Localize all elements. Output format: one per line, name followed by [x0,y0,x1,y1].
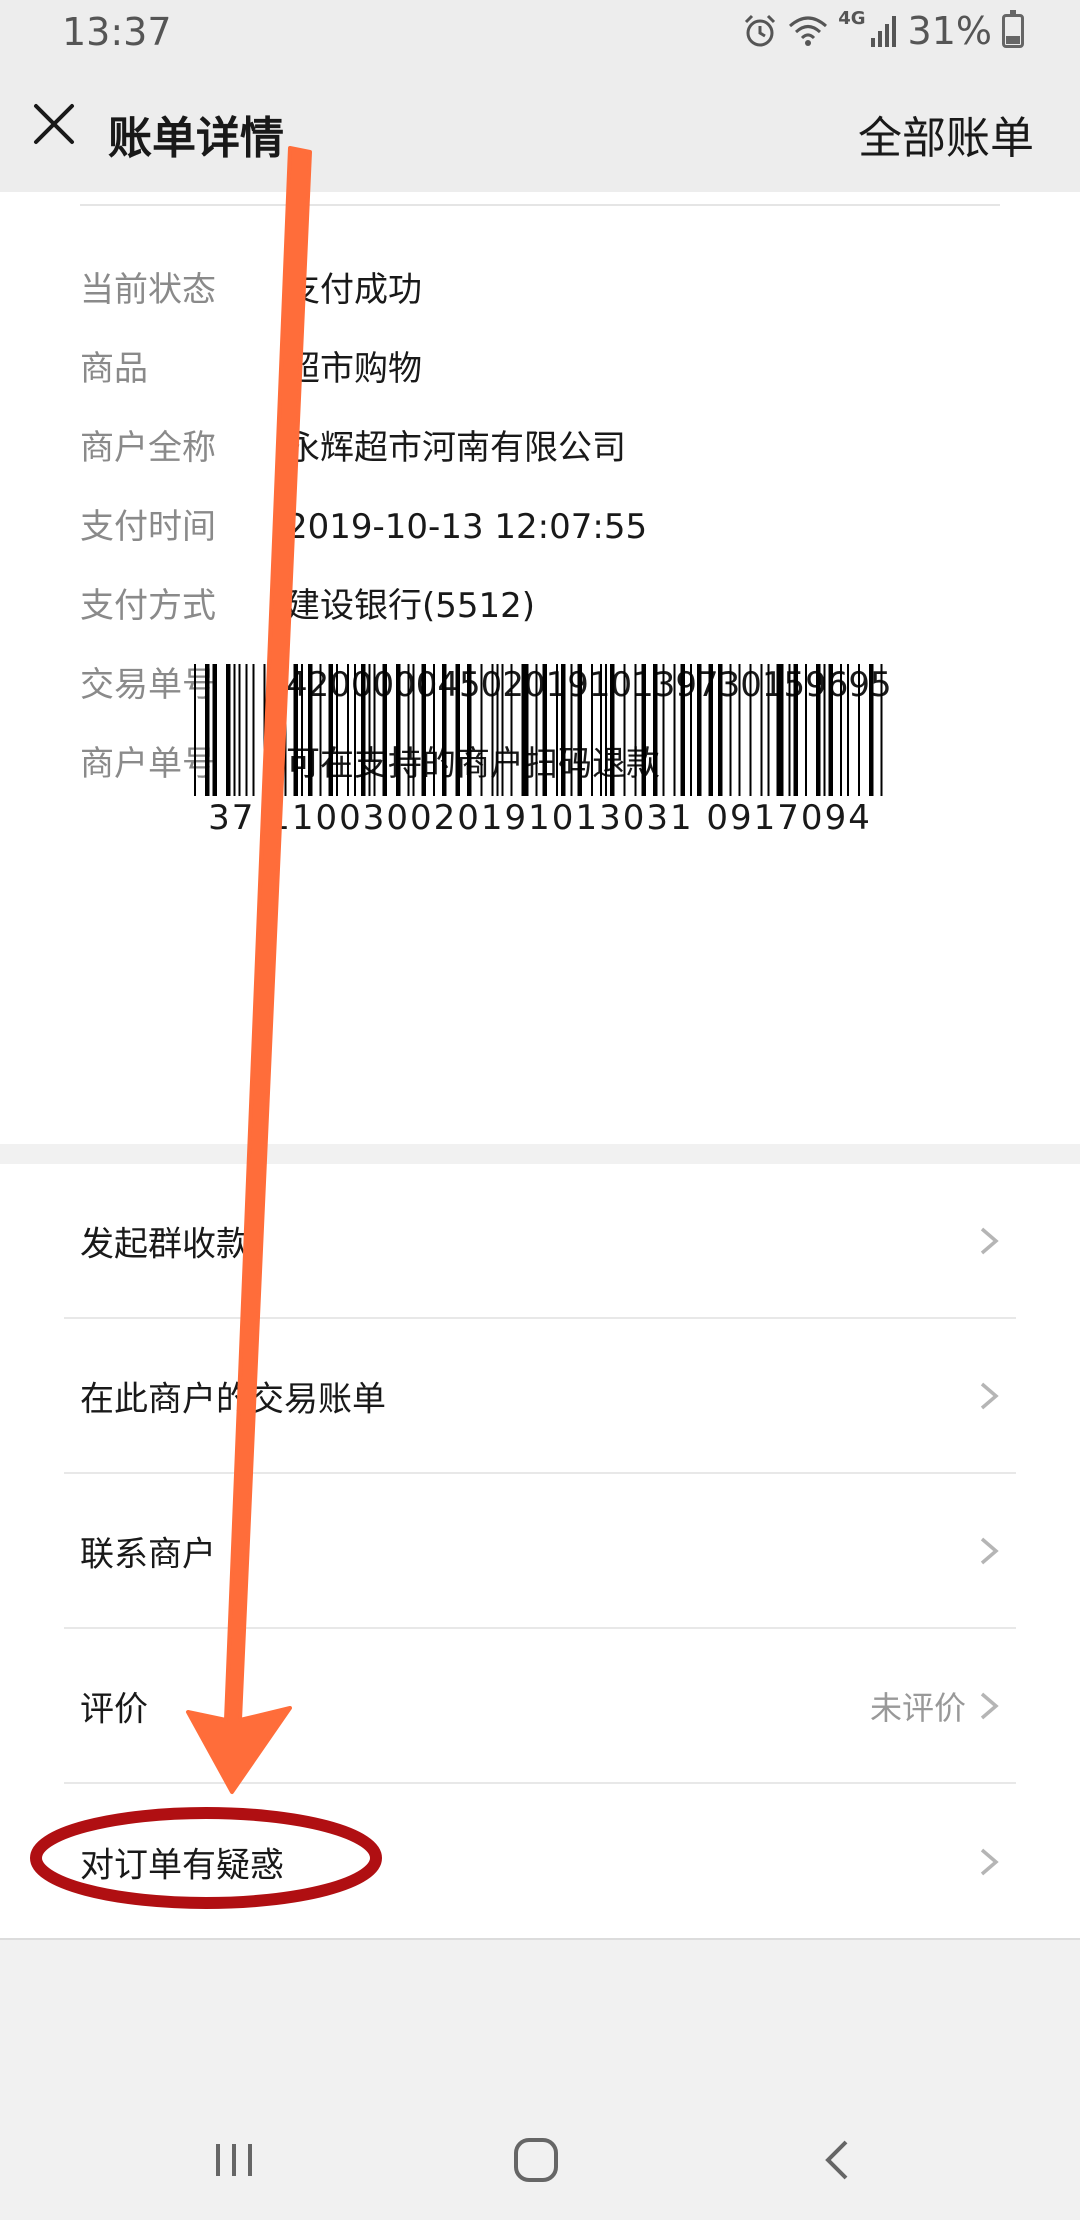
divider [80,204,1000,206]
rating-status: 未评价 [869,1688,966,1727]
detail-row-product: 商品 超市购物 [80,339,1020,399]
detail-label: 支付时间 [80,507,216,547]
menu-item-label: 评价 [80,1689,148,1729]
chevron-right-icon [980,1227,999,1254]
barcode-number: 37 110030020191013031 0917094 [208,798,872,838]
alarm-icon [745,14,776,47]
system-nav-bar [0,2100,1080,2220]
battery-percent: 31% [907,9,992,53]
battery-icon [1002,10,1024,48]
detail-value: 2019-10-13 12:07:55 [286,507,648,547]
chevron-right-icon [980,1537,999,1564]
barcode [194,664,883,796]
menu-item-label: 在此商户的交易账单 [80,1379,386,1419]
detail-label: 当前状态 [80,270,216,310]
menu-item-contact-merchant[interactable]: 联系商户 [64,1474,1016,1629]
wifi-icon [789,16,828,46]
recent-apps-icon[interactable] [204,2130,264,2190]
detail-row-merchant: 商户全称 永辉超市河南有限公司 [80,418,1020,478]
detail-value: 支付成功 [286,270,422,310]
detail-label: 商户全称 [80,428,216,468]
close-icon[interactable] [24,94,84,154]
detail-value: 超市购物 [286,349,422,389]
detail-value: 建设银行(5512) [286,586,536,626]
chevron-right-icon [980,1382,999,1409]
network-type: 4G [838,8,866,29]
menu-item-merchant-bills[interactable]: 在此商户的交易账单 [64,1319,1016,1474]
detail-label: 支付方式 [80,586,216,626]
all-bills-link[interactable]: 全部账单 [858,102,1034,166]
actions-menu: 发起群收款 在此商户的交易账单 联系商户 评价 未评价 对订单有疑惑 [0,1164,1080,1938]
status-bar: 13:37 4G 31% [0,0,1080,66]
detail-row-method: 支付方式 建设银行(5512) [80,576,1020,636]
divider [0,1938,1080,1940]
status-time: 13:37 [62,10,172,54]
menu-item-group-collect[interactable]: 发起群收款 [64,1164,1016,1319]
menu-item-rating[interactable]: 评价 未评价 [64,1629,1016,1784]
home-icon[interactable] [506,2130,566,2190]
nav-bar: 账单详情 全部账单 [0,66,1080,192]
chevron-right-icon [980,1692,999,1719]
menu-item-label: 联系商户 [80,1534,216,1574]
signal-icon [870,16,896,47]
page-title: 账单详情 [108,113,284,164]
menu-item-label: 发起群收款 [80,1224,250,1264]
back-icon[interactable] [808,2130,868,2190]
detail-value: 永辉超市河南有限公司 [286,428,626,468]
menu-item-order-question[interactable]: 对订单有疑惑 [64,1784,1016,1939]
menu-item-label: 对订单有疑惑 [80,1845,284,1885]
status-icons: 4G 31% [742,8,1024,54]
detail-row-status: 当前状态 支付成功 [80,260,1020,320]
chevron-right-icon [980,1848,999,1875]
detail-label: 商品 [80,349,148,389]
detail-row-time: 支付时间 2019-10-13 12:07:55 [80,497,1020,557]
